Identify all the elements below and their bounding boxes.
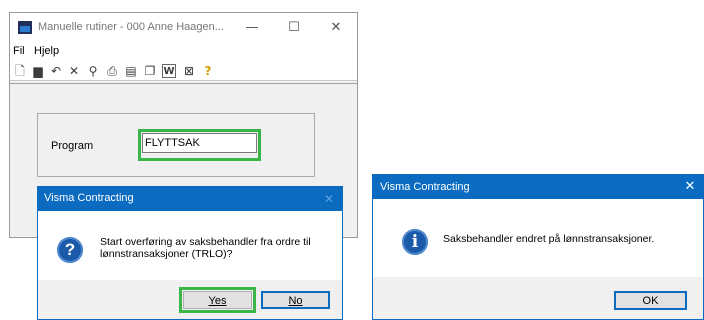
- confirm-footer: Yes No: [38, 280, 342, 319]
- confirm-titlebar: Visma Contracting ✕: [38, 187, 342, 211]
- close-button[interactable]: ✕: [315, 14, 357, 41]
- window-title: Manuelle rutiner - 000 Anne Haagen...: [38, 21, 224, 33]
- program-input[interactable]: [142, 133, 257, 153]
- save-icon[interactable]: ▆: [30, 63, 46, 79]
- toolbar-divider: [10, 83, 357, 84]
- copy-icon[interactable]: ❐: [142, 63, 158, 79]
- confirm-body: ? Start overføring av saksbehandler fra …: [38, 211, 342, 280]
- app-window-icon: [18, 21, 32, 34]
- word-export-icon[interactable]: W: [162, 64, 176, 78]
- minimize-button[interactable]: —: [231, 14, 273, 41]
- confirm-message: Start overføring av saksbehandler fra or…: [100, 236, 311, 260]
- excel-export-icon[interactable]: ⊠: [181, 63, 197, 79]
- info-body: i Saksbehandler endret på lønnstransaksj…: [373, 199, 703, 277]
- program-group: Program: [37, 113, 315, 177]
- main-titlebar: Manuelle rutiner - 000 Anne Haagen... — …: [10, 13, 357, 43]
- no-button[interactable]: No: [261, 291, 330, 309]
- program-label: Program: [51, 140, 94, 152]
- info-message: Saksbehandler endret på lønnstransaksjon…: [443, 233, 655, 245]
- yes-button[interactable]: Yes: [183, 291, 252, 309]
- info-footer: OK: [373, 277, 703, 319]
- confirm-dialog-title: Visma Contracting: [44, 192, 134, 204]
- yes-button-label: Yes: [208, 295, 227, 307]
- delete-icon[interactable]: ✕: [66, 63, 82, 79]
- maximize-button[interactable]: ☐: [273, 14, 315, 41]
- no-button-label: No: [288, 295, 303, 307]
- menu-hjelp[interactable]: Hjelp: [34, 45, 59, 57]
- ok-button[interactable]: OK: [614, 291, 687, 310]
- info-dialog: Visma Contracting ✕ i Saksbehandler endr…: [372, 174, 704, 320]
- help-icon[interactable]: ?: [200, 63, 216, 79]
- info-icon: i: [402, 229, 428, 255]
- close-icon[interactable]: ✕: [318, 188, 340, 210]
- info-dialog-title: Visma Contracting: [380, 181, 470, 193]
- undo-icon[interactable]: ↶: [48, 63, 64, 79]
- menu-bar: Fil Hjelp: [10, 43, 357, 61]
- close-icon[interactable]: ✕: [679, 176, 701, 198]
- info-titlebar: Visma Contracting ✕: [373, 175, 703, 199]
- print-icon[interactable]: ⎙: [104, 63, 120, 79]
- find-icon[interactable]: ⚲: [85, 63, 101, 79]
- form-icon[interactable]: ▤: [123, 63, 139, 79]
- question-icon: ?: [57, 237, 83, 263]
- new-doc-icon[interactable]: 🗋: [12, 63, 28, 79]
- toolbar: 🗋 ▆ ↶ ✕ ⚲ ⎙ ▤ ❐ W ⊠ ?: [10, 61, 357, 81]
- confirm-dialog: Visma Contracting ✕ ? Start overføring a…: [37, 186, 343, 320]
- menu-fil[interactable]: Fil: [13, 45, 25, 57]
